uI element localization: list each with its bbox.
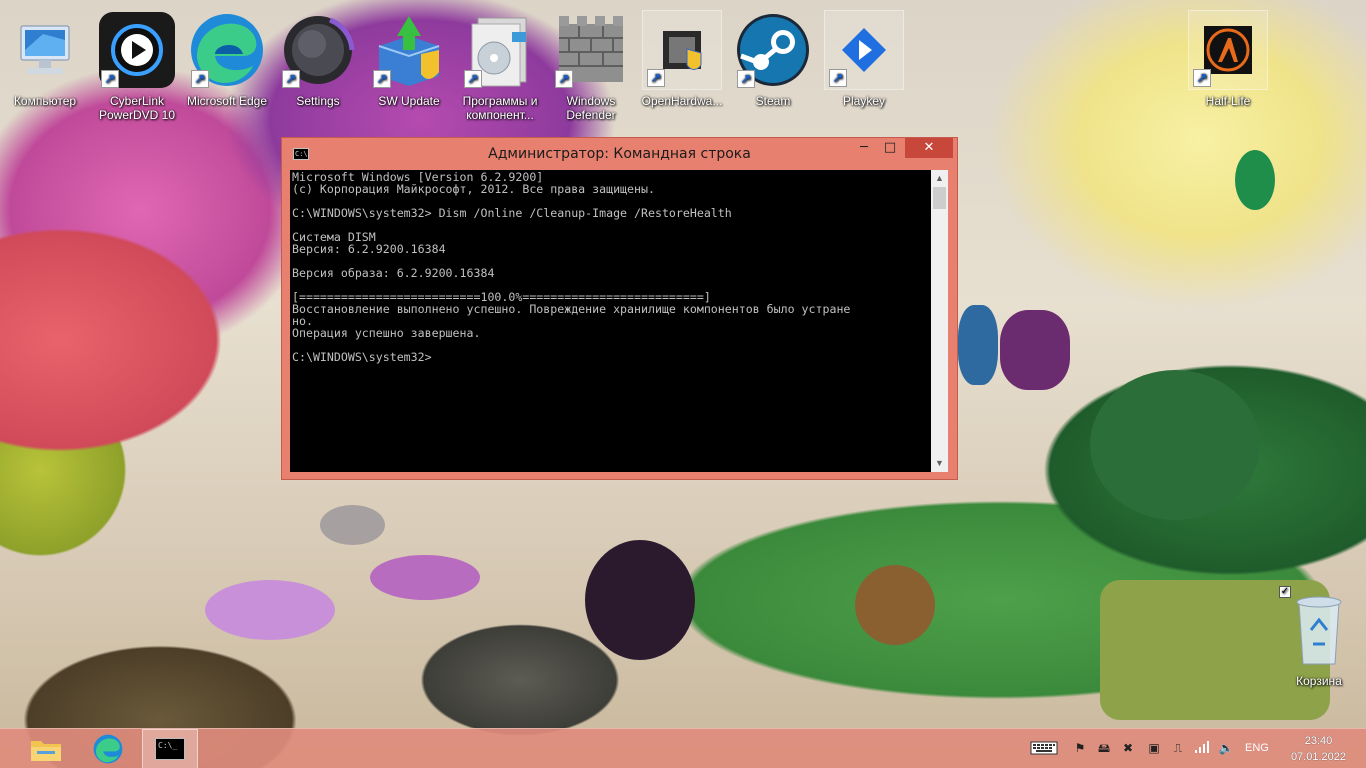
taskbar-cmd-button[interactable]: C:\_	[142, 729, 198, 768]
taskbar-explorer-button[interactable]	[18, 729, 74, 768]
network-signal-icon[interactable]	[1194, 740, 1210, 756]
console-output[interactable]: Microsoft Windows [Version 6.2.9200] (c)…	[290, 170, 941, 472]
shortcut-arrow-icon: ↗	[191, 70, 209, 88]
desktop-icon-label: Программы и компонент...	[462, 94, 538, 122]
shortcut-arrow-icon: ↗	[1193, 69, 1211, 87]
desktop-icon-powerdvd[interactable]: ↗ CyberLink PowerDVD 10	[92, 4, 182, 122]
desktop-icon-defender[interactable]: ↗ Windows Defender	[546, 4, 636, 122]
desktop-icon-steam[interactable]: ↗ Steam	[728, 4, 818, 108]
scroll-down-arrow-icon[interactable]: ▼	[931, 455, 948, 472]
monitor-icon[interactable]: ▣	[1146, 740, 1162, 756]
minimize-button[interactable]: ─	[851, 138, 877, 158]
shortcut-arrow-icon: ↗	[101, 70, 119, 88]
shortcut-arrow-icon: ↗	[555, 70, 573, 88]
desktop-icon-computer[interactable]: Компьютер	[0, 4, 90, 108]
openhardware-icon: ↗	[642, 10, 722, 90]
wallpaper-blob	[1000, 310, 1070, 390]
powerdvd-icon: ↗	[97, 10, 177, 90]
edge-icon: ↗	[187, 10, 267, 90]
checkbox-icon[interactable]: ✓	[1279, 586, 1291, 598]
steam-icon: ↗	[733, 10, 813, 90]
shortcut-arrow-icon: ↗	[373, 70, 391, 88]
recycle-bin-icon: ✓	[1279, 586, 1359, 670]
wallpaper-blob	[320, 505, 385, 545]
maximize-button[interactable]: □	[877, 138, 903, 158]
desktop-icon-settings[interactable]: ↗ Settings	[273, 4, 363, 108]
desktop-icon-label: CyberLink PowerDVD 10	[98, 94, 176, 122]
desktop-icon-sw-update[interactable]: ↗ SW Update	[364, 4, 454, 108]
shortcut-arrow-icon: ↗	[737, 70, 755, 88]
desktop-icon-halflife[interactable]: ↗ Half-Life	[1183, 4, 1273, 108]
clock-date: 07.01.2022	[1290, 751, 1346, 763]
cmd-window[interactable]: C:\ Администратор: Командная строка ─ □ …	[281, 137, 958, 480]
wallpaper-blob	[585, 540, 695, 660]
mute-icon[interactable]: ✖	[1120, 740, 1136, 756]
desktop-icon-playkey[interactable]: ↗ Playkey	[819, 4, 909, 108]
scroll-thumb[interactable]	[933, 187, 946, 209]
wallpaper-blob	[1235, 150, 1275, 210]
wallpaper-blob	[370, 555, 480, 600]
shortcut-arrow-icon: ↗	[282, 70, 300, 88]
language-indicator[interactable]: ENG	[1245, 742, 1269, 754]
halflife-icon: ↗	[1188, 10, 1268, 90]
desktop-icon-programs[interactable]: ↗ Программы и компонент...	[455, 4, 545, 122]
desktop-icon-label: Half-Life	[1205, 94, 1251, 108]
programs-icon: ↗	[460, 10, 540, 90]
wallpaper-blob	[205, 580, 335, 640]
shortcut-arrow-icon: ↗	[647, 69, 665, 87]
usb-icon[interactable]: ⎍	[1170, 740, 1186, 756]
sw-update-icon: ↗	[369, 10, 449, 90]
folder-icon	[31, 741, 61, 761]
playkey-icon: ↗	[824, 10, 904, 90]
wallpaper-blob	[958, 305, 998, 385]
shortcut-arrow-icon: ↗	[464, 70, 482, 88]
edge-icon	[93, 734, 123, 764]
desktop-icon-label: Корзина	[1296, 674, 1342, 688]
desktop-icon-edge[interactable]: ↗ Microsoft Edge	[182, 4, 272, 108]
close-button[interactable]: ✕	[905, 138, 953, 158]
taskbar-edge-button[interactable]	[80, 729, 136, 768]
wallpaper-blob	[855, 565, 935, 645]
device-icon[interactable]: 🖴	[1096, 740, 1112, 756]
desktop-icon-label: Microsoft Edge	[186, 94, 268, 108]
settings-icon: ↗	[278, 10, 358, 90]
desktop-icon-label: SW Update	[378, 94, 440, 108]
wallpaper-blob	[1090, 370, 1260, 520]
scroll-up-arrow-icon[interactable]: ▲	[931, 170, 948, 187]
cmd-icon: C:\_	[155, 738, 185, 760]
clock-time: 23:40	[1304, 735, 1333, 747]
desktop-icon-openhardware[interactable]: ↗ OpenHardwa...	[637, 4, 727, 108]
vertical-scrollbar[interactable]: ▲ ▼	[931, 170, 948, 472]
desktop-icon-label: Playkey	[842, 94, 886, 108]
defender-icon: ↗	[551, 10, 631, 90]
console-text: Microsoft Windows [Version 6.2.9200] (c)…	[292, 170, 851, 364]
desktop-icon-label: Компьютер	[13, 94, 77, 108]
window-titlebar[interactable]: C:\ Администратор: Командная строка ─ □ …	[282, 138, 957, 170]
keyboard-icon[interactable]	[1030, 740, 1058, 756]
action-center-flag-icon[interactable]: ⚑	[1072, 740, 1088, 756]
desktop-icon-label: OpenHardwa...	[641, 94, 723, 108]
desktop-icon-label: Steam	[755, 94, 791, 108]
shortcut-arrow-icon: ↗	[829, 69, 847, 87]
desktop-icon-recycle-bin[interactable]: ✓ Корзина	[1274, 580, 1364, 688]
desktop-icon-label: Windows Defender	[566, 94, 616, 122]
taskbar: C:\_ ⚑ 🖴 ✖ ▣ ⎍ 🔈 ENG 23:40 07.01.2022	[0, 728, 1366, 768]
clock[interactable]: 23:40 07.01.2022	[1291, 733, 1346, 765]
volume-icon[interactable]: 🔈	[1218, 740, 1234, 756]
computer-icon	[5, 10, 85, 90]
desktop-icon-label: Settings	[296, 94, 340, 108]
